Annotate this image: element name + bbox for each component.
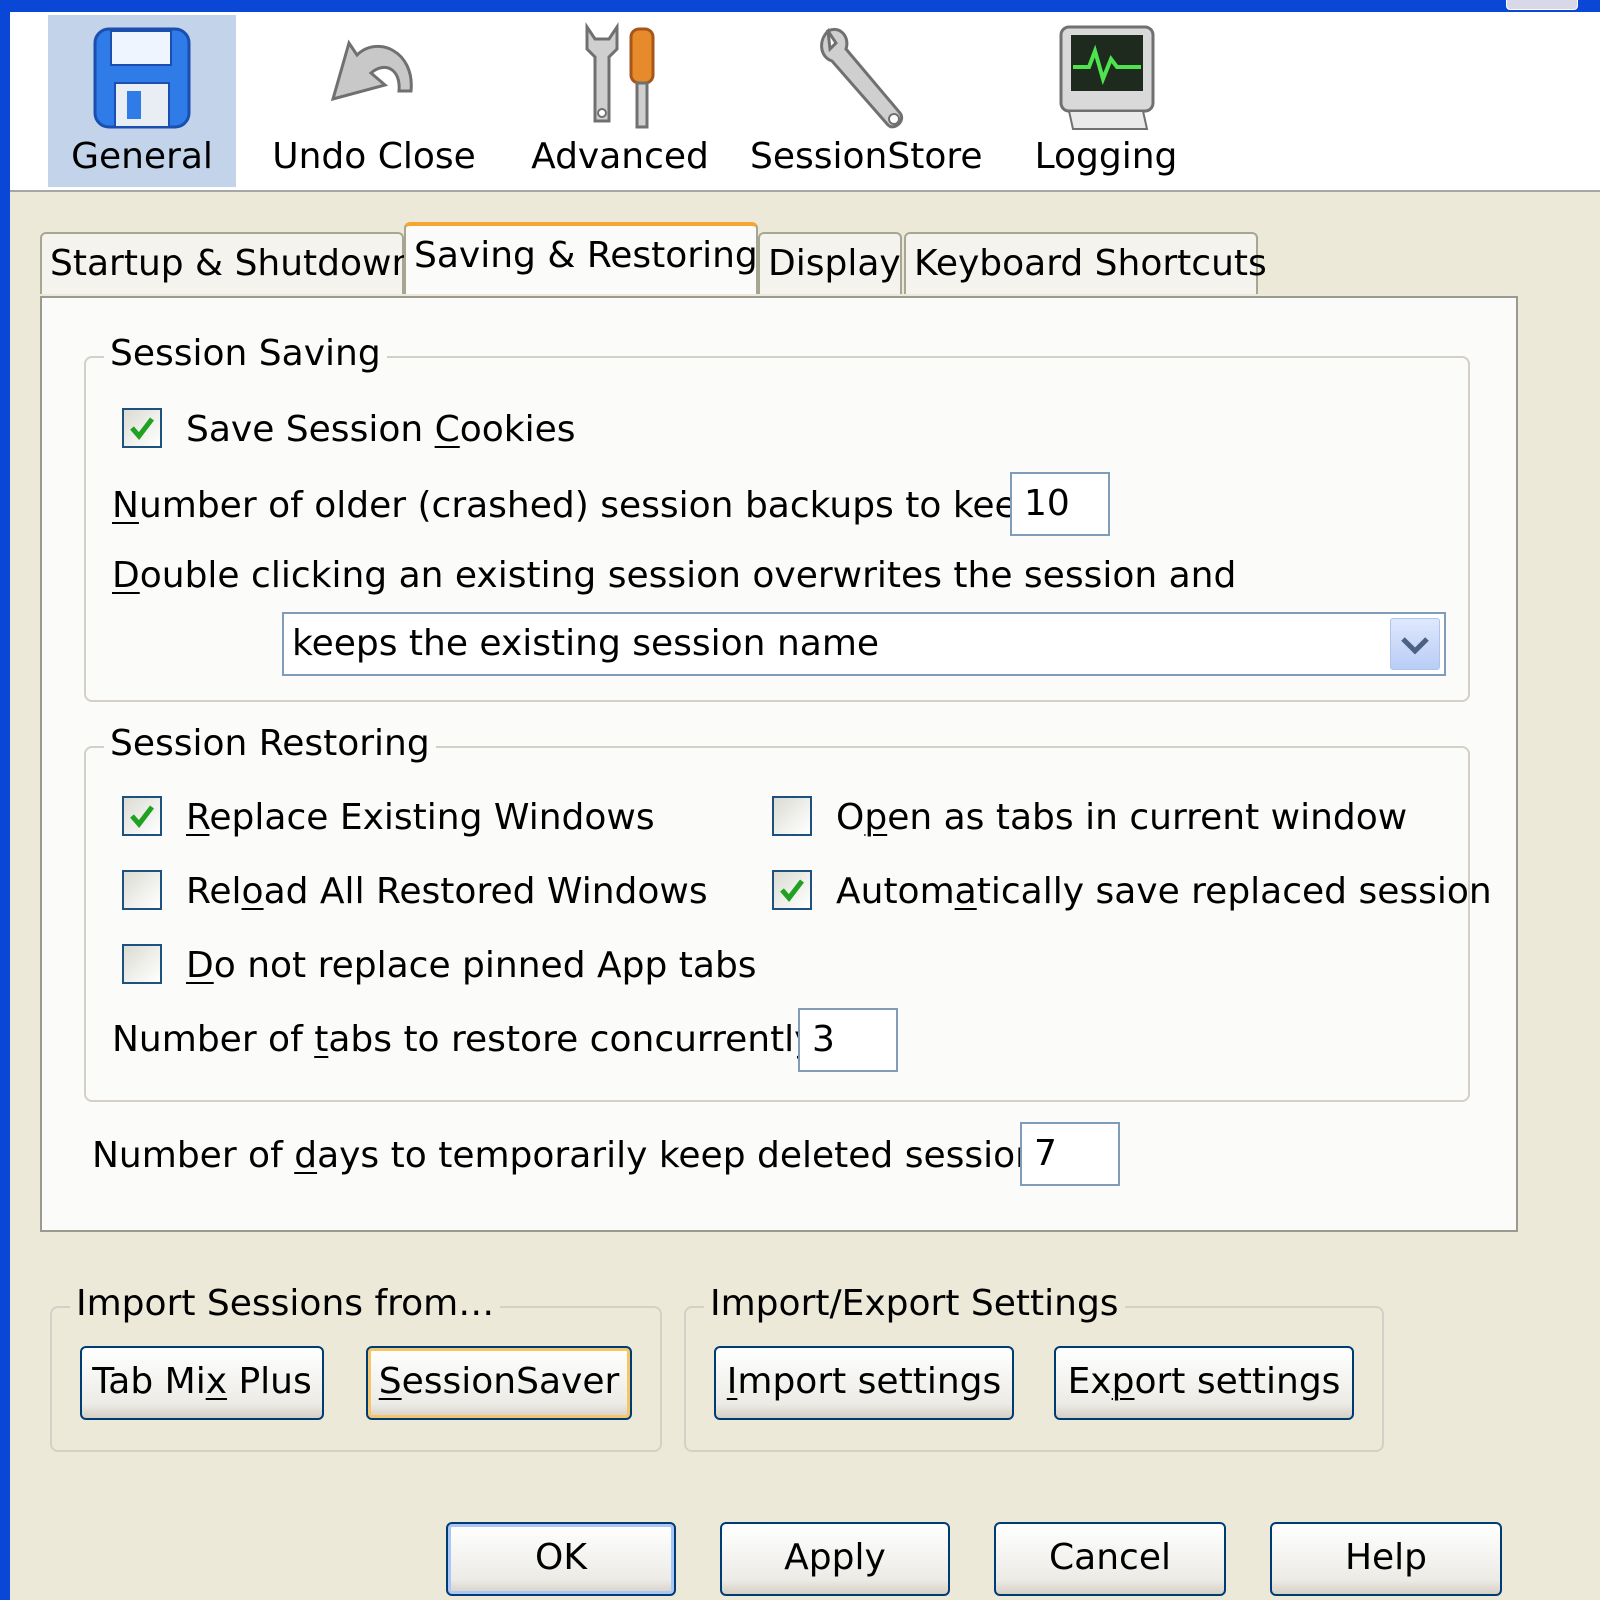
toolbar-sessionstore[interactable]: SessionStore [750,15,983,187]
double-click-behavior-select[interactable]: keeps the existing session name [282,612,1446,676]
double-click-behavior-label: Double clicking an existing session over… [112,555,1237,596]
window-frame-left [0,0,10,1600]
toolbar-logging-label: Logging [1034,136,1178,177]
replace-existing-windows-label: Replace Existing Windows [186,797,655,838]
save-session-cookies-checkbox[interactable] [122,408,162,448]
concurrent-tabs-input[interactable]: 3 [798,1008,898,1072]
checkmark-icon [130,417,154,440]
tools-icon [585,22,655,129]
reload-all-restored-windows-checkbox[interactable] [122,870,162,910]
tab-startup-shutdown[interactable]: Startup & Shutdown [40,232,414,294]
import-export-settings-legend: Import/Export Settings [704,1282,1125,1326]
tab-display-label: Display [768,243,901,284]
sessionsaver-button[interactable]: SessionSaver [366,1346,632,1420]
backups-to-keep-input[interactable]: 10 [1010,472,1110,536]
open-as-tabs-label: Open as tabs in current window [836,797,1408,838]
tab-mix-plus-button[interactable]: Tab Mix Plus [80,1346,324,1420]
toolbar-sessionstore-label: SessionStore [750,136,983,177]
toolbar-undo-close-label: Undo Close [272,136,476,177]
replace-existing-windows-checkbox[interactable] [122,796,162,836]
auto-save-replaced-session-label: Automatically save replaced session [836,871,1492,912]
toolbar-undo-close[interactable]: Undo Close [268,15,480,187]
tab-saving-restoring[interactable]: Saving & Restoring [404,222,758,294]
double-click-behavior-value: keeps the existing session name [292,623,880,664]
checkmark-icon [780,879,804,902]
session-saving-legend: Session Saving [104,332,387,376]
apply-button[interactable]: Apply [720,1522,950,1596]
undo-arrow-icon [330,39,413,102]
import-settings-button[interactable]: Import settings [714,1346,1014,1420]
help-button[interactable]: Help [1270,1522,1502,1596]
backups-to-keep-label: Number of older (crashed) session backup… [112,485,1052,526]
days-keep-deleted-input[interactable]: 7 [1020,1122,1120,1186]
import-sessions-legend: Import Sessions from… [70,1282,501,1326]
floppy-disk-icon [93,27,191,129]
cancel-button[interactable]: Cancel [994,1522,1226,1596]
do-not-replace-pinned-tabs-checkbox[interactable] [122,944,162,984]
tab-keyboard-shortcuts[interactable]: Keyboard Shortcuts [904,232,1267,294]
dropdown-arrow-button[interactable] [1390,618,1440,670]
ok-button[interactable]: OK [446,1522,676,1596]
do-not-replace-pinned-tabs-label: Do not replace pinned App tabs [186,945,757,986]
save-session-cookies-label: Save Session Cookies [186,409,576,450]
toolbar-general-label: General [71,136,213,177]
tab-saving-restoring-label: Saving & Restoring [414,235,758,276]
tab-display[interactable]: Display [758,232,902,294]
wrench-icon [820,27,903,129]
checkmark-icon [130,805,154,828]
preferences-toolbar: General Undo Close Advanced SessionStore… [10,12,1600,192]
session-restoring-legend: Session Restoring [104,722,436,766]
export-settings-button[interactable]: Export settings [1054,1346,1354,1420]
concurrent-tabs-label: Number of tabs to restore concurrently [112,1019,816,1060]
toolbar-advanced[interactable]: Advanced [520,15,720,187]
toolbar-general[interactable]: General [48,15,236,187]
chevron-down-icon [1401,637,1429,655]
monitor-log-icon [1059,25,1155,130]
title-bar-button[interactable] [1506,0,1578,10]
tab-startup-shutdown-label: Startup & Shutdown [50,243,415,284]
toolbar-logging[interactable]: Logging [1022,15,1190,187]
toolbar-advanced-label: Advanced [531,136,709,177]
days-keep-deleted-label: Number of days to temporarily keep delet… [92,1135,1069,1176]
open-as-tabs-checkbox[interactable] [772,796,812,836]
reload-all-restored-windows-label: Reload All Restored Windows [186,871,708,912]
tab-keyboard-shortcuts-label: Keyboard Shortcuts [914,243,1267,284]
auto-save-replaced-session-checkbox[interactable] [772,870,812,910]
window-frame-top [0,0,1600,12]
